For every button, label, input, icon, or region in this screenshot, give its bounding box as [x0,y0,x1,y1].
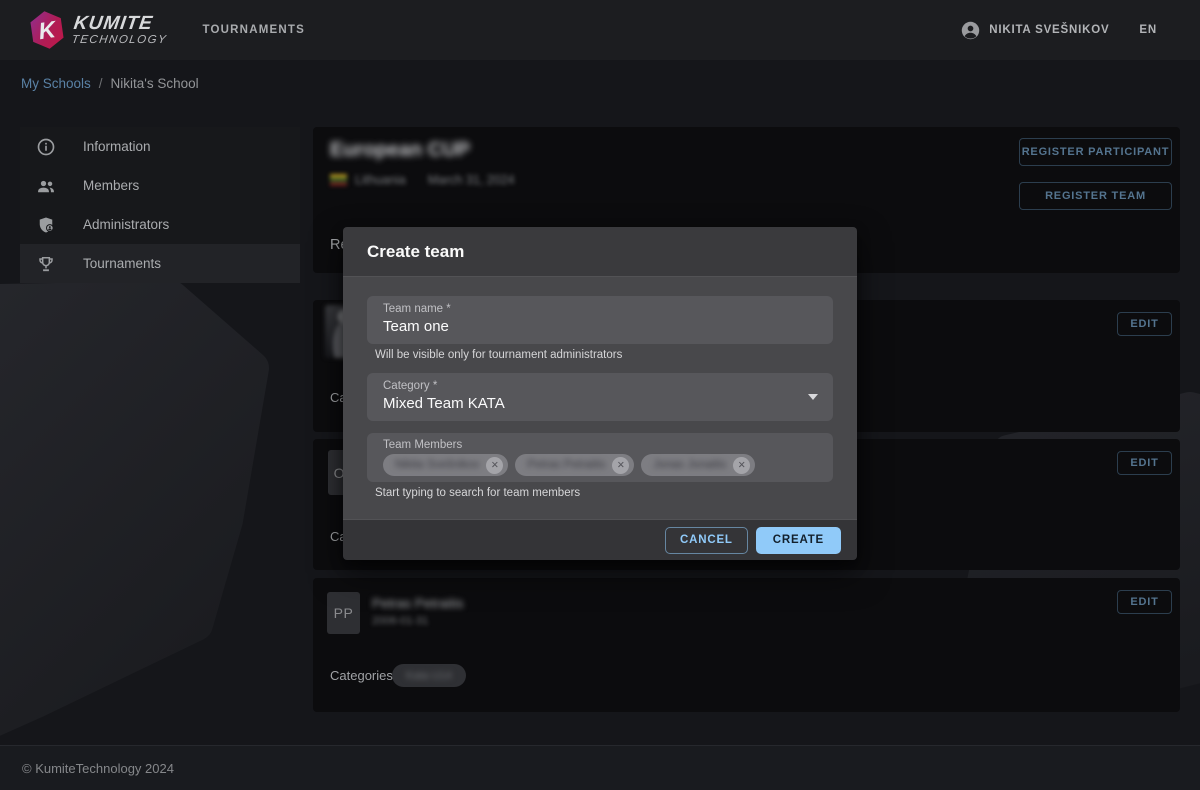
info-icon [36,137,56,157]
categories-label: Categories: [330,668,396,683]
remove-member-icon[interactable]: ✕ [612,457,629,474]
team-name-label: Team name * [383,303,817,315]
team-name-input[interactable]: Team one [383,318,817,335]
category-chip-text: Kata U14 [406,670,452,682]
participant-name: Petras Petraitis [372,596,464,611]
members-icon [36,176,56,196]
cancel-button[interactable]: CANCEL [665,527,748,554]
register-team-button[interactable]: REGISTER TEAM [1019,182,1172,210]
page-root: K KUMITE TECHNOLOGY TOURNAMENTS NIKITA S… [0,0,1200,790]
modal-title: Create team [343,227,857,277]
sidebar-item-members[interactable]: Members [20,166,300,205]
edit-participant-button[interactable]: EDIT [1117,451,1172,475]
page-footer: © KumiteTechnology 2024 [0,745,1200,790]
category-select[interactable]: Category * Mixed Team KATA [367,373,833,421]
member-chip-text: Jonas Jonaitis [653,459,726,471]
account-circle-icon [961,21,980,40]
tournament-subtitle: Lithuania March 31, 2024 [330,173,515,187]
remove-member-icon[interactable]: ✕ [486,457,503,474]
team-members-helper: Start typing to search for team members [375,487,833,499]
brand-wordmark: KUMITE TECHNOLOGY [71,14,171,47]
category-label: Category * [383,380,817,392]
participant-avatar: PP [327,592,360,634]
team-name-field[interactable]: Team name * Team one [367,296,833,344]
participant-card: PP Petras Petraitis 2006-01-31 Categorie… [313,578,1180,712]
school-sidebar: Information Members Administrators [20,127,300,283]
create-team-modal: Create team Team name * Team one Will be… [343,227,857,560]
tournament-country: Lithuania [355,173,406,187]
breadcrumb: My Schools / Nikita's School [21,76,199,91]
sidebar-label-information: Information [83,139,151,154]
user-menu[interactable]: NIKITA SVEŠNIKOV [961,21,1109,40]
kumite-hexagon-icon: K [29,10,65,50]
nav-tournaments[interactable]: TOURNAMENTS [203,24,305,36]
brand-name: KUMITE [73,14,171,33]
member-chip-text: Nikita Svešnikov [395,459,479,471]
member-chip-text: Petras Petraitis [527,459,605,471]
sidebar-item-information[interactable]: Information [20,127,300,166]
sidebar-label-tournaments: Tournaments [83,256,161,271]
team-members-label: Team Members [383,439,817,451]
breadcrumb-my-schools[interactable]: My Schools [21,76,91,91]
team-member-chips: Nikita Svešnikov ✕ Petras Petraitis ✕ Jo… [383,454,817,476]
category-chip: Kata U14 [392,664,466,687]
sidebar-item-administrators[interactable]: Administrators [20,205,300,244]
create-button[interactable]: CREATE [756,527,841,554]
edit-participant-button[interactable]: EDIT [1117,312,1172,336]
tournament-title: European CUP [330,139,470,162]
lithuania-flag-icon [330,174,347,186]
sidebar-label-administrators: Administrators [83,217,169,232]
tournament-date: March 31, 2024 [428,173,515,187]
breadcrumb-separator: / [99,76,103,91]
member-chip: Jonas Jonaitis ✕ [641,454,755,476]
trophy-icon [36,254,56,274]
category-value: Mixed Team KATA [383,395,817,412]
brand-logo[interactable]: K KUMITE TECHNOLOGY [29,10,169,50]
sidebar-item-tournaments[interactable]: Tournaments [20,244,300,283]
breadcrumb-current-school: Nikita's School [111,76,199,91]
copyright-text: © KumiteTechnology 2024 [22,761,174,776]
brand-subname: TECHNOLOGY [71,35,168,47]
remove-member-icon[interactable]: ✕ [733,457,750,474]
sidebar-label-members: Members [83,178,139,193]
user-name: NIKITA SVEŠNIKOV [989,24,1109,36]
member-chip: Petras Petraitis ✕ [515,454,634,476]
modal-footer: CANCEL CREATE [343,519,857,560]
language-switcher[interactable]: EN [1139,24,1157,36]
member-chip: Nikita Svešnikov ✕ [383,454,508,476]
team-members-field[interactable]: Team Members Nikita Svešnikov ✕ Petras P… [367,433,833,482]
edit-participant-button[interactable]: EDIT [1117,590,1172,614]
administrators-icon [36,215,56,235]
team-name-helper: Will be visible only for tournament admi… [375,349,833,361]
participant-birth-date: 2006-01-31 [372,615,428,627]
modal-body: Team name * Team one Will be visible onl… [343,277,857,519]
chevron-down-icon [808,394,818,400]
register-participant-button[interactable]: REGISTER PARTICIPANT [1019,138,1172,166]
app-bar: K KUMITE TECHNOLOGY TOURNAMENTS NIKITA S… [0,0,1200,60]
